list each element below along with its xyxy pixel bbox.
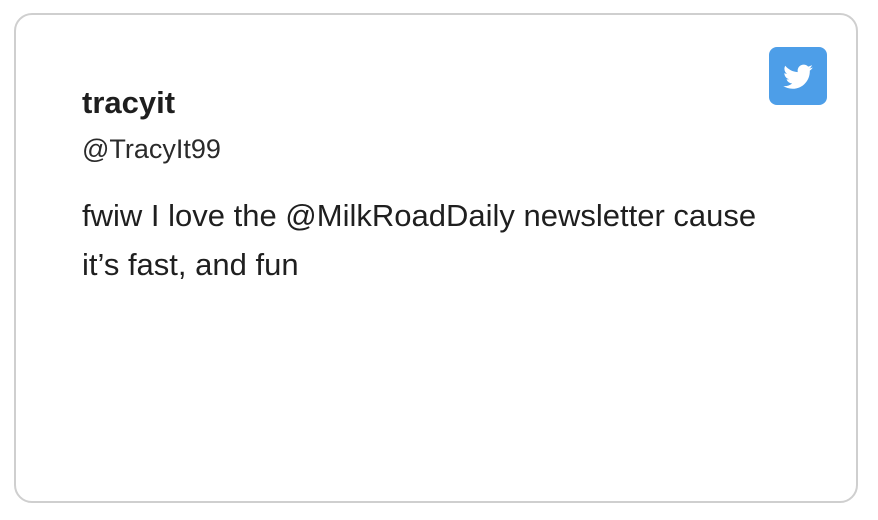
tweet-content: tracyit @TracyIt99 fwiw I love the @Milk… <box>82 85 756 289</box>
tweet-card: tracyit @TracyIt99 fwiw I love the @Milk… <box>14 13 858 503</box>
tweet-text: fwiw I love the @MilkRoadDaily newslette… <box>82 198 757 282</box>
twitter-bird-icon <box>783 64 813 89</box>
tweet-author-handle: @TracyIt99 <box>82 134 221 164</box>
twitter-bird-shape <box>783 64 813 89</box>
tweet-author-display-name: tracyit <box>82 85 176 120</box>
twitter-link-button[interactable] <box>769 47 827 105</box>
